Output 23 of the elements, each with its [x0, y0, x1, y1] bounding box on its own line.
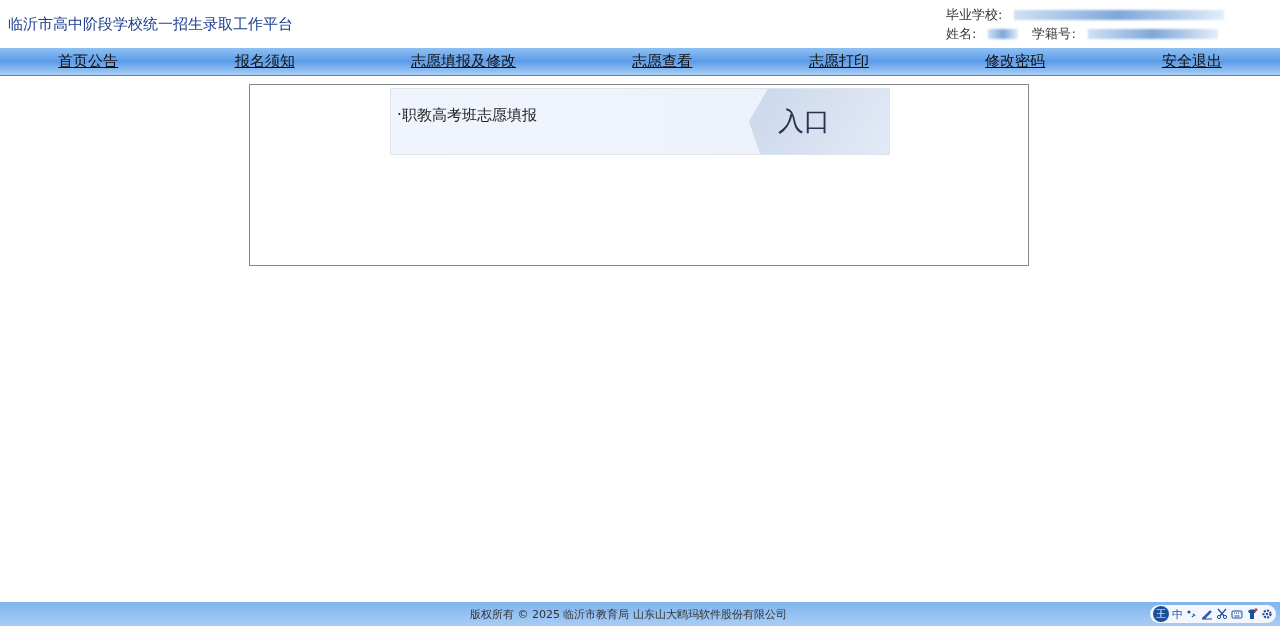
entry-label: ·职教高考班志愿填报	[397, 106, 537, 126]
nav-link[interactable]: 志愿填报及修改	[411, 52, 517, 71]
nav-link[interactable]: 志愿打印	[808, 52, 869, 71]
keyboard-icon[interactable]	[1231, 608, 1243, 620]
nav-link[interactable]: 志愿查看	[632, 52, 693, 71]
punctuation-icon[interactable]	[1186, 608, 1198, 620]
name-label: 姓名:	[946, 24, 977, 43]
site-title: 临沂市高中阶段学校统一招生录取工作平台	[8, 15, 293, 34]
nav-link[interactable]: 安全退出	[1161, 52, 1222, 71]
scissors-icon[interactable]	[1216, 608, 1228, 620]
ime-mode-button[interactable]: 中	[1172, 606, 1183, 622]
nav-link[interactable]: 报名须知	[234, 52, 295, 71]
pen-icon[interactable]	[1201, 608, 1213, 620]
student-id-label: 学籍号:	[1032, 24, 1076, 43]
copyright-text: 版权所有 © 2025 临沂市教育局 山东山大鸥玛软件股份有限公司	[470, 606, 787, 622]
redacted-value	[988, 28, 1019, 39]
school-label: 毕业学校:	[946, 5, 1003, 24]
shirt-icon[interactable]	[1246, 608, 1258, 620]
nav-link[interactable]: 修改密码	[985, 52, 1046, 71]
settings-icon[interactable]	[1261, 608, 1273, 620]
nav-link[interactable]: 首页公告	[58, 52, 119, 71]
ime-logo[interactable]: 王	[1153, 606, 1169, 622]
entry-button[interactable]: 入口	[749, 89, 889, 154]
